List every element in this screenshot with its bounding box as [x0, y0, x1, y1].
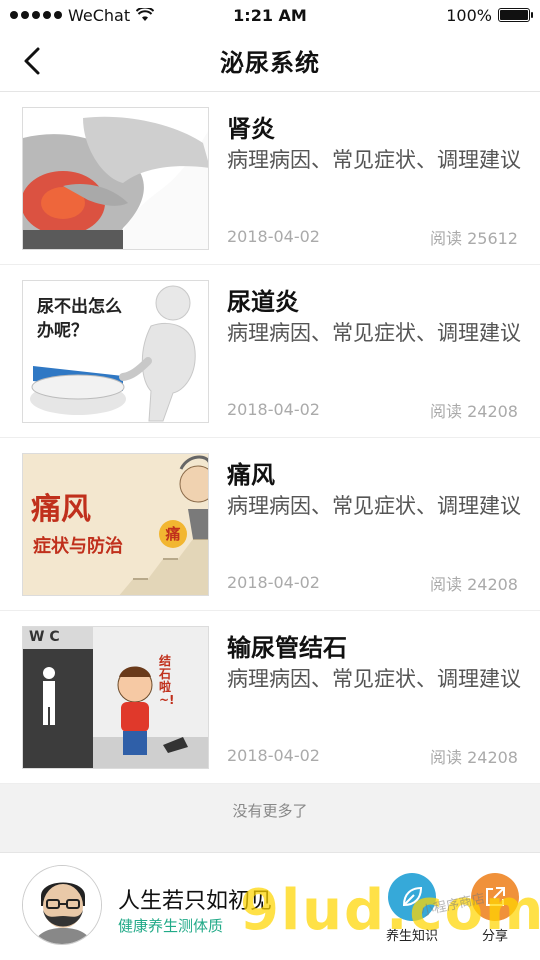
share-icon-circle [471, 873, 519, 921]
avatar[interactable] [22, 865, 102, 945]
article-read-count: 阅读 24208 [430, 402, 518, 421]
article-item-urethritis[interactable]: 尿不出怎么办呢？ 尿道炎 病理病因、常见症状、调理建议 2018-04-02 阅… [0, 265, 540, 438]
article-title: 肾炎 [227, 115, 275, 143]
article-description: 病理病因、常见症状、调理建议 [227, 321, 521, 345]
article-date: 2018-04-02 [227, 746, 320, 765]
article-item-ureteral-stone[interactable]: W C 结石啦~! 输尿管结石 病理病因、常见症状、调理建议 2018-04-0… [0, 611, 540, 784]
share-button[interactable]: 分享 [455, 873, 535, 944]
article-date: 2018-04-02 [227, 573, 320, 592]
battery-fill [500, 10, 528, 20]
health-knowledge-icon-circle [388, 873, 436, 921]
thumbnail-caption: 尿不出怎么办呢？ [37, 297, 122, 341]
restroom-illustration [23, 627, 208, 768]
article-thumbnail [22, 107, 209, 250]
share-icon [486, 887, 505, 906]
status-bar: WeChat 1:21 AM 100% [0, 0, 540, 30]
username: 人生若只如初见 [118, 889, 273, 914]
article-read-count: 阅读 24208 [430, 748, 518, 767]
thumbnail-sign: W C [29, 629, 60, 645]
chevron-left-icon [24, 47, 40, 75]
article-thumbnail: W C 结石啦~! [22, 626, 209, 769]
article-title: 输尿管结石 [227, 634, 347, 662]
wifi-icon [136, 8, 155, 21]
article-item-gout[interactable]: 痛风 症状与防治 痛 痛风 病理病因、常见症状、调理建议 2018-04-02 … [0, 438, 540, 611]
article-thumbnail: 痛风 症状与防治 痛 [22, 453, 209, 596]
article-description: 病理病因、常见症状、调理建议 [227, 494, 521, 518]
thumbnail-subtitle: 症状与防治 [33, 536, 123, 557]
health-knowledge-button[interactable]: 养生知识 [372, 873, 452, 944]
status-time: 1:21 AM [233, 5, 307, 25]
article-read-count: 阅读 24208 [430, 575, 518, 594]
health-knowledge-label: 养生知识 [385, 929, 438, 944]
bearded-man-avatar-icon [23, 866, 101, 944]
article-list: 肾炎 病理病因、常见症状、调理建议 2018-04-02 阅读 25612 尿不… [0, 92, 540, 784]
article-date: 2018-04-02 [227, 227, 320, 246]
back-button[interactable] [14, 43, 50, 79]
share-label: 分享 [481, 929, 508, 944]
thumbnail-speech: 结石啦~! [159, 654, 175, 707]
article-read-count: 阅读 25612 [430, 229, 518, 248]
article-description: 病理病因、常见症状、调理建议 [227, 667, 521, 691]
page-title: 泌尿系统 [220, 49, 320, 77]
article-item-nephritis[interactable]: 肾炎 病理病因、常见症状、调理建议 2018-04-02 阅读 25612 [0, 92, 540, 265]
signal-icon [10, 11, 62, 19]
nav-bar: 泌尿系统 [0, 30, 540, 92]
article-description: 病理病因、常见症状、调理建议 [227, 148, 521, 172]
carrier-label: WeChat [68, 5, 131, 25]
status-left: WeChat [10, 6, 210, 25]
article-title: 尿道炎 [227, 288, 299, 316]
list-end-notice: 没有更多了 [0, 784, 540, 852]
thumbnail-badge: 痛 [159, 520, 187, 548]
status-right: 100% [330, 5, 533, 25]
article-date: 2018-04-02 [227, 400, 320, 419]
article-thumbnail: 尿不出怎么办呢？ [22, 280, 209, 423]
article-title: 痛风 [227, 461, 275, 489]
footer-bar: 人生若只如初见 健康养生测体质 养生知识 分享 [0, 852, 540, 960]
thumbnail-title: 痛风 [31, 492, 91, 527]
leaf-icon [402, 886, 423, 907]
back-pain-illustration [23, 108, 208, 249]
battery-icon [498, 8, 533, 22]
list-end-text: 没有更多了 [232, 802, 308, 820]
battery-percent: 100% [446, 5, 492, 25]
user-subtitle: 健康养生测体质 [118, 917, 224, 935]
